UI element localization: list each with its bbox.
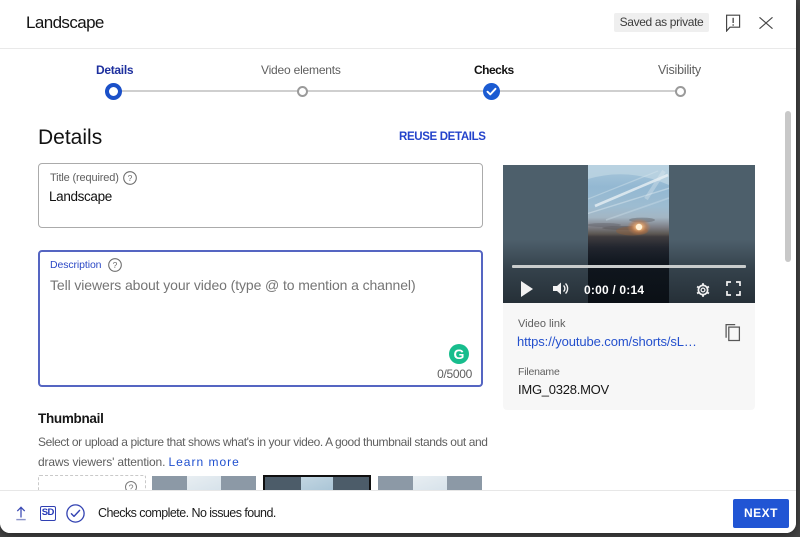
svg-text:?: ? [128, 173, 133, 183]
svg-text:?: ? [113, 260, 118, 270]
